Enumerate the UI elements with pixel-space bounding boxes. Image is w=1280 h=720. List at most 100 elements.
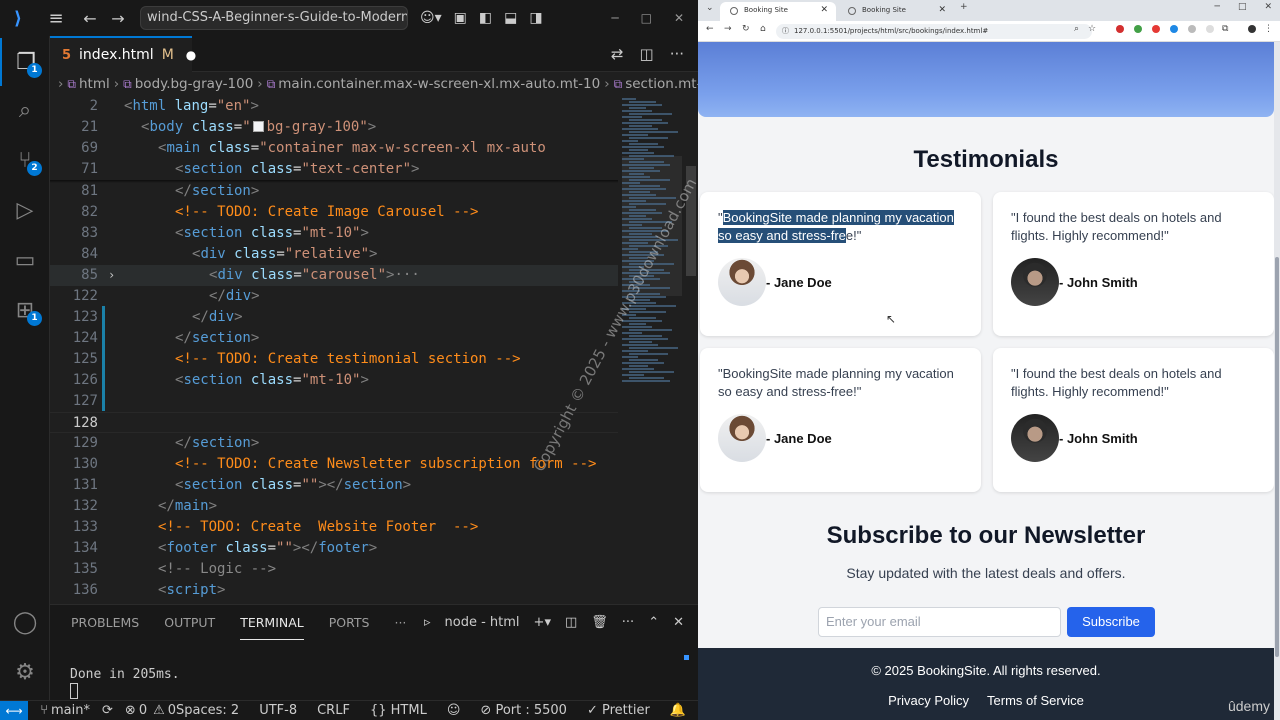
browser-tab-2[interactable]: Booking Site ✕ — [838, 2, 954, 21]
privacy-policy-link[interactable]: Privacy Policy — [888, 693, 969, 708]
extensions-icon[interactable]: ⊞ 1 — [0, 286, 50, 334]
page-scrollbar[interactable] — [1274, 42, 1280, 720]
tab-ports[interactable]: PORTS — [329, 605, 370, 640]
color-swatch-icon[interactable] — [252, 121, 264, 132]
back-arrow-icon[interactable]: ← — [76, 9, 104, 28]
close-icon[interactable]: ✕ — [674, 11, 684, 25]
remote-explorer-icon[interactable]: ▭ — [0, 236, 50, 284]
close-panel-icon[interactable]: ✕ — [673, 615, 684, 630]
copilot-icon[interactable]: ☺▾ — [420, 10, 442, 26]
more-actions-icon[interactable]: ··· — [670, 45, 684, 63]
browser-menu-icon[interactable]: ⋮ — [1264, 24, 1273, 34]
more-tabs-icon[interactable]: ··· — [394, 605, 406, 640]
breadcrumb-item[interactable]: main.container.max-w-screen-xl.mx-auto.m… — [278, 76, 600, 92]
subscribe-button[interactable]: Subscribe — [1067, 607, 1155, 637]
extension-icon-2[interactable] — [1134, 25, 1142, 33]
fold-chevron-icon[interactable]: › — [108, 265, 115, 286]
code-line[interactable]: 21 <body class=" bg-gray-100"> — [50, 117, 618, 138]
code-line[interactable]: 125 <!-- TODO: Create testimonial section… — [50, 349, 618, 370]
breadcrumb-item[interactable]: section.mt-10 — [625, 76, 698, 92]
code-line[interactable]: 126 <section class="mt-10"> — [50, 370, 618, 391]
browser-back-icon[interactable]: ← — [706, 24, 714, 34]
profile-avatar[interactable] — [1248, 25, 1256, 33]
code-line[interactable]: 132 </main> — [50, 496, 618, 517]
code-line[interactable]: 81 </section> — [50, 181, 618, 202]
forward-arrow-icon[interactable]: → — [104, 9, 132, 28]
code-line[interactable]: 123 </div> — [50, 307, 618, 328]
error-count[interactable]: 0 — [139, 703, 147, 718]
terms-of-service-link[interactable]: Terms of Service — [987, 693, 1084, 708]
tab-search-icon[interactable]: ⌄ — [706, 3, 714, 13]
reload-icon[interactable]: ↻ — [742, 24, 750, 34]
tab-problems[interactable]: PROBLEMS — [71, 605, 139, 640]
browser-tab-1[interactable]: Booking Site ✕ — [720, 2, 836, 21]
minimize-icon[interactable]: ─ — [611, 11, 618, 25]
extensions-puzzle-icon[interactable]: ⧉ — [1222, 24, 1228, 34]
tab-index-html[interactable]: 5 index.html M ● — [50, 36, 196, 72]
sync-icon[interactable]: ⟳ — [102, 703, 113, 718]
code-line[interactable]: 128 — [50, 412, 618, 433]
account-icon[interactable]: ◯ — [0, 598, 50, 646]
extension-icon-3[interactable] — [1152, 25, 1160, 33]
copilot-status-icon[interactable]: ☺ — [447, 703, 461, 718]
code-line[interactable]: 127 — [50, 391, 618, 412]
browser-minimize-icon[interactable]: ─ — [1215, 2, 1220, 12]
panel-more-icon[interactable]: ··· — [622, 615, 634, 630]
code-line[interactable]: 134 <footer class=""></footer> — [50, 538, 618, 559]
eol[interactable]: CRLF — [317, 703, 350, 718]
language-mode[interactable]: {} HTML — [370, 703, 427, 718]
maximize-icon[interactable]: □ — [641, 11, 652, 25]
compare-changes-icon[interactable]: ⇄ — [611, 45, 624, 63]
split-editor-icon[interactable]: ◫ — [640, 45, 654, 63]
prettier[interactable]: ✓ Prettier — [587, 703, 650, 718]
unsaved-dot-icon[interactable]: ● — [186, 48, 196, 62]
minimap[interactable] — [622, 96, 682, 604]
extension-icon-4[interactable] — [1170, 25, 1178, 33]
branch-name[interactable]: main* — [51, 703, 90, 718]
terminal-name[interactable]: node - html — [445, 615, 520, 630]
breadcrumb-item[interactable]: html — [79, 76, 110, 92]
maximize-panel-icon[interactable]: ⌃ — [648, 615, 659, 630]
bookmark-star-icon[interactable]: ☆ — [1088, 24, 1096, 34]
browser-close-icon[interactable]: ✕ — [1264, 2, 1272, 12]
split-terminal-icon[interactable]: ◫ — [565, 615, 577, 630]
remote-indicator-icon[interactable]: ⟷ — [0, 700, 29, 720]
settings-gear-icon[interactable]: ⚙ — [0, 648, 50, 696]
command-center-search[interactable]: wind-CSS-A-Beginner-s-Guide-to-Modern-We… — [140, 6, 408, 30]
code-line[interactable]: 85 › <div class="carousel">··· — [50, 265, 618, 286]
toggle-secondary-sidebar-icon[interactable]: ◨ — [529, 10, 542, 26]
breadcrumb-item[interactable]: body.bg-gray-100 — [135, 76, 254, 92]
run-debug-icon[interactable]: ▷ — [0, 186, 50, 234]
trash-icon[interactable]: 🗑 — [591, 615, 608, 630]
email-input[interactable]: Enter your email — [818, 607, 1061, 637]
close-tab-icon[interactable]: ✕ — [820, 2, 828, 19]
extension-icon-5[interactable] — [1188, 25, 1196, 33]
url-field[interactable]: ⓘ 127.0.0.1:5501/projects/html/src/booki… — [776, 24, 1092, 39]
code-line[interactable]: 71 <section class="text-center"> — [50, 159, 618, 180]
code-line[interactable]: 131 <section class=""></section> — [50, 475, 618, 496]
zoom-icon[interactable]: ⌕ — [1074, 24, 1079, 34]
page-scrollbar-thumb[interactable] — [1275, 257, 1279, 657]
code-line[interactable]: 69 <main class="container max-w-screen-xl… — [50, 138, 618, 159]
browser-maximize-icon[interactable]: □ — [1238, 2, 1247, 12]
explorer-icon[interactable]: ❐ 1 — [0, 38, 50, 86]
indentation[interactable]: Spaces: 2 — [176, 703, 239, 718]
extension-icon-6[interactable] — [1206, 25, 1214, 33]
layout-icon[interactable]: ▣ — [454, 10, 467, 26]
code-line[interactable]: 122 </div> — [50, 286, 618, 307]
extension-icon-1[interactable] — [1116, 25, 1124, 33]
code-line[interactable]: 84 <div class="relative"> — [50, 244, 618, 265]
bell-icon[interactable]: 🔔 — [670, 703, 686, 718]
warning-count[interactable]: 0 — [168, 703, 176, 718]
search-icon[interactable]: ⌕ — [0, 86, 50, 134]
code-line[interactable]: 135 <!-- Logic --> — [50, 559, 618, 580]
source-control-icon[interactable]: ⑂ 2 — [0, 136, 50, 184]
encoding[interactable]: UTF-8 — [259, 703, 297, 718]
browser-forward-icon[interactable]: → — [724, 24, 732, 34]
toggle-sidebar-icon[interactable]: ◧ — [479, 10, 492, 26]
tab-terminal[interactable]: TERMINAL — [240, 605, 304, 640]
code-editor[interactable]: 136 <script> 135 <!-- Logic --> 134 <footer c… — [50, 96, 698, 604]
live-server-port[interactable]: ⊘ Port : 5500 — [480, 703, 567, 718]
code-line[interactable]: 82 <!-- TODO: Create Image Carousel --> — [50, 202, 618, 223]
code-line[interactable]: 136 <script> — [50, 580, 618, 601]
